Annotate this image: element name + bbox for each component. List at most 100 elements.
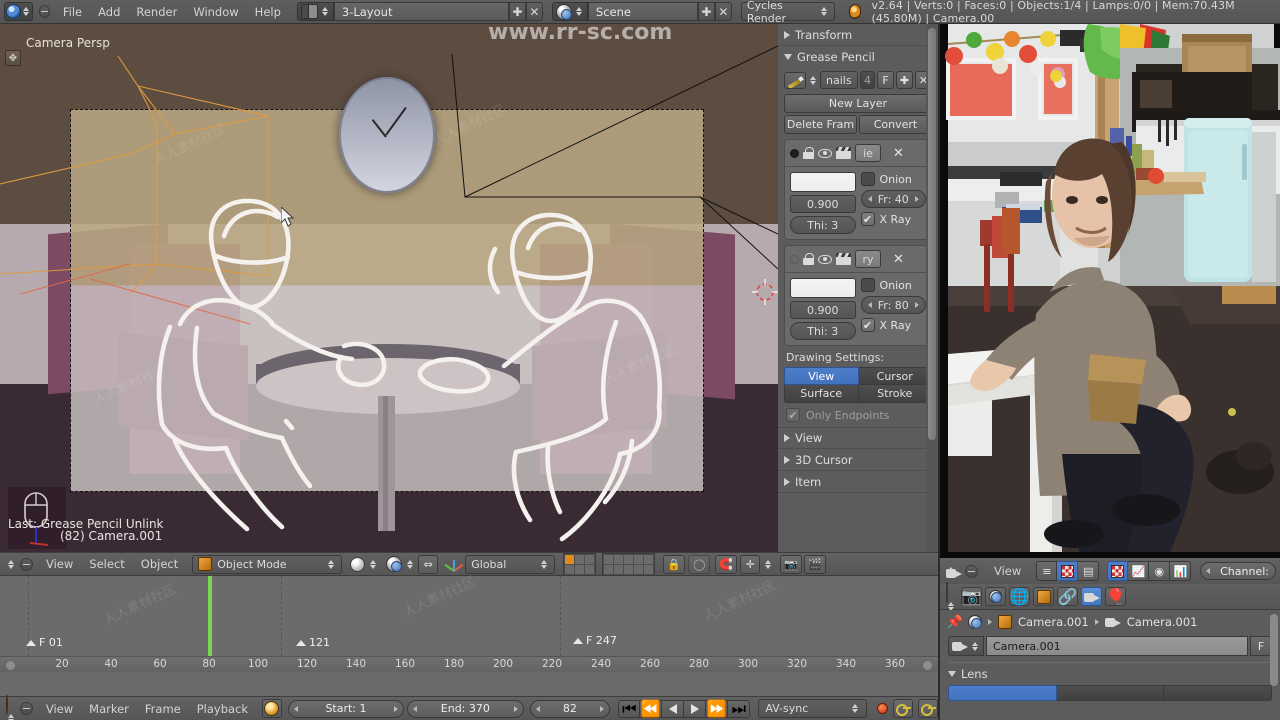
new-layer-button[interactable]: New Layer (784, 94, 932, 113)
onion-clapper-icon[interactable] (836, 253, 851, 265)
jump-to-end-button[interactable]: ⏭ (728, 699, 751, 718)
layer-buttons-group-2[interactable] (602, 552, 656, 576)
timeline-collapse-button[interactable] (20, 702, 33, 715)
convert-button[interactable]: Convert (859, 115, 932, 134)
delete-layer-icon[interactable]: ✕ (893, 147, 904, 160)
delete-frame-button[interactable]: Delete Fram (784, 115, 857, 134)
viewport-properties-panel[interactable]: Transform Grease Pencil nails 4 F ✚ ✕ Ne… (778, 24, 938, 552)
chevron-updown-icon[interactable] (763, 559, 773, 569)
properties-scrollbar-thumb[interactable] (928, 28, 936, 440)
chevron-updown-icon[interactable] (970, 641, 980, 651)
properties-scrollbar-thumb[interactable] (1270, 614, 1278, 686)
chevron-updown-icon[interactable] (819, 7, 829, 16)
breadcrumb[interactable]: 📌 Camera.001 Camera.001 (940, 610, 1280, 634)
pivot-point-icon[interactable] (386, 556, 403, 572)
layer-name-field[interactable]: ie (855, 144, 881, 162)
collapse-menu-button[interactable] (38, 5, 50, 18)
channel-field[interactable]: Channel: (1200, 562, 1276, 580)
gp-layer-header[interactable]: ie ✕ (785, 140, 931, 166)
viewport-collapse-button[interactable] (20, 557, 33, 571)
lens-type-orthographic-button[interactable] (1056, 685, 1165, 701)
viewport-move-gizmo[interactable]: ✥ (5, 50, 21, 66)
chevron-updown-icon[interactable] (6, 559, 16, 569)
timeline-menu-frame[interactable]: Frame (137, 702, 189, 716)
render-engine-selector[interactable]: Cycles Render (740, 0, 835, 25)
editor-type-selector[interactable] (4, 2, 33, 21)
layer-buttons-group-1[interactable] (563, 552, 597, 576)
onion-skin-checkbox[interactable] (860, 172, 875, 186)
timeline-menu-view[interactable]: View (38, 702, 81, 716)
draw-mode-surface-button[interactable]: Surface (784, 385, 859, 403)
timeline-marker[interactable]: F 01 (26, 636, 63, 649)
menu-file[interactable]: File (55, 5, 90, 19)
onion-frames-field[interactable]: Fr: 80 (860, 296, 926, 314)
layout-name-field[interactable]: 3-Layout (333, 2, 509, 21)
tab-object-icon[interactable] (1033, 587, 1054, 606)
scene-name-field[interactable]: Scene (587, 2, 698, 21)
lens-type-panoramic-button[interactable] (1164, 685, 1273, 701)
chevron-updown-icon[interactable] (320, 7, 330, 16)
draw-mode-view-button[interactable]: View (784, 367, 859, 385)
panel-lens[interactable]: Lens (940, 663, 1280, 685)
camera-datablock-row[interactable]: Camera.001 F (940, 634, 1280, 658)
only-endpoints-row[interactable]: ✔ Only Endpoints (786, 408, 930, 422)
onion-skin-checkbox[interactable] (860, 278, 875, 292)
scrollbar-right-handle[interactable] (923, 661, 932, 670)
insert-keyframe-button[interactable] (918, 699, 938, 718)
start-frame-field[interactable]: Start: 1 (287, 699, 405, 718)
menu-help[interactable]: Help (247, 5, 289, 19)
use-preview-range-button[interactable] (262, 699, 282, 718)
chevron-updown-icon[interactable] (574, 7, 584, 16)
layer-color-swatch[interactable] (790, 278, 856, 298)
panel-item[interactable]: Item (778, 471, 938, 493)
gp-layer-card[interactable]: ie ✕ 0.900 Thi: 3 Onion Fr: 40 ✔ X Ray (784, 139, 932, 240)
tab-scene-icon[interactable] (985, 587, 1006, 606)
sync-mode-selector[interactable]: AV-sync (758, 699, 867, 718)
end-frame-field[interactable]: End: 370 (407, 699, 524, 718)
delete-layout-button[interactable]: ✕ (525, 2, 543, 21)
timeline-marker[interactable]: 121 (296, 636, 330, 649)
chevron-updown-icon[interactable] (808, 75, 818, 85)
viewport-3d[interactable]: ✥ Camera Persp Last: Grease Pencil Unlin… (0, 24, 778, 552)
menu-render[interactable]: Render (128, 5, 185, 19)
eye-icon[interactable] (818, 148, 832, 158)
tab-camera-data-icon[interactable] (1081, 587, 1102, 606)
view-histogram-icon[interactable]: 📊 (1170, 561, 1192, 581)
breadcrumb-data[interactable]: Camera.001 (1127, 615, 1198, 629)
timeline-menu-marker[interactable]: Marker (81, 702, 137, 716)
breadcrumb-object[interactable]: Camera.001 (1018, 615, 1089, 629)
add-layout-button[interactable]: ✚ (508, 2, 526, 21)
properties-editor-type-selector[interactable] (946, 581, 956, 611)
play-button[interactable] (684, 699, 707, 718)
layer-thickness-field[interactable]: Thi: 3 (790, 322, 856, 340)
tab-render-icon[interactable]: 📷 (961, 587, 982, 606)
lock-camera-button[interactable]: 🔒 (663, 554, 686, 574)
image-editor-menu-view[interactable]: View (986, 564, 1029, 578)
panel-grease-pencil[interactable]: Grease Pencil (778, 46, 938, 68)
eye-icon[interactable] (818, 254, 832, 264)
xray-checkbox[interactable]: ✔ (860, 212, 875, 226)
clip-mode-mask-icon[interactable] (1057, 561, 1079, 581)
keying-set-button[interactable] (893, 699, 913, 718)
menu-add[interactable]: Add (90, 5, 128, 19)
interaction-mode-selector[interactable]: Object Mode (192, 554, 343, 574)
view-dopesheet-icon[interactable]: ◉ (1149, 561, 1171, 581)
view-clip-icon[interactable] (1107, 561, 1129, 581)
layer-active-dot-icon[interactable] (790, 254, 799, 264)
chevron-updown-icon[interactable] (21, 7, 31, 16)
timeline-ruler[interactable]: 20 40 60 80 100 120 140 160 180 200 220 … (0, 656, 938, 672)
viewport-menu-object[interactable]: Object (133, 557, 186, 571)
timeline-editor-type-selector[interactable] (6, 693, 16, 720)
delete-layer-icon[interactable]: ✕ (893, 253, 904, 266)
unlock-icon[interactable] (803, 253, 814, 265)
play-reverse-button[interactable] (662, 699, 685, 718)
clip-mode-distortion-icon[interactable]: ▤ (1078, 561, 1100, 581)
camera-fake-user-button[interactable]: F (1250, 636, 1272, 656)
snap-magnet-button[interactable]: 🧲 (715, 554, 738, 574)
current-frame-field[interactable]: 82 (529, 699, 611, 718)
image-editor-preview[interactable] (940, 24, 1280, 558)
tab-constraints-icon[interactable]: 🔗 (1057, 587, 1078, 606)
timeline-marker[interactable]: F 247 (573, 634, 617, 647)
onion-clapper-icon[interactable] (836, 147, 851, 159)
gp-fake-user-button[interactable]: F (877, 71, 894, 89)
